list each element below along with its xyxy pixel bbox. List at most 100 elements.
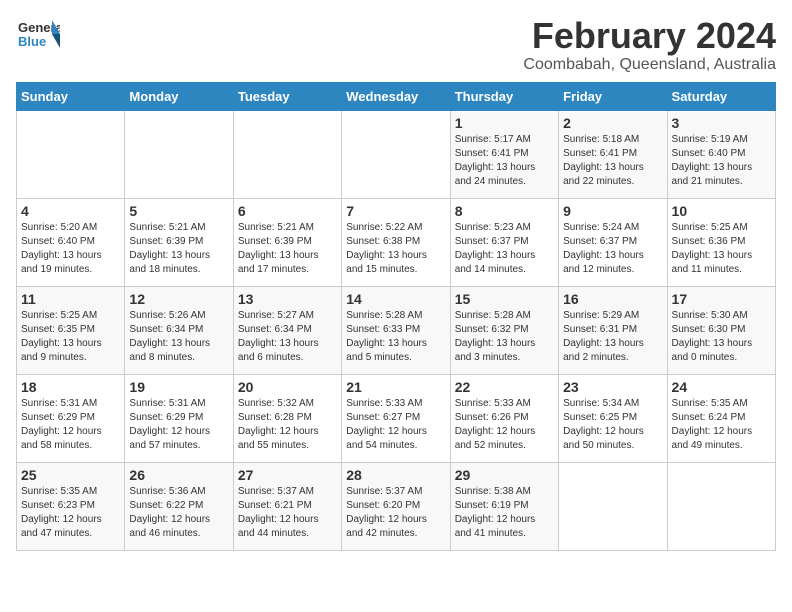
day-info: Sunrise: 5:17 AM Sunset: 6:41 PM Dayligh… [455, 133, 554, 189]
day-number: 13 [238, 291, 337, 307]
calendar-cell: 16 Sunrise: 5:29 AM Sunset: 6:31 PM Dayli… [559, 286, 667, 374]
calendar-cell: 18 Sunrise: 5:31 AM Sunset: 6:29 PM Dayli… [17, 374, 125, 462]
day-number: 10 [672, 203, 771, 219]
day-info: Sunrise: 5:33 AM Sunset: 6:27 PM Dayligh… [346, 397, 445, 453]
day-info: Sunrise: 5:22 AM Sunset: 6:38 PM Dayligh… [346, 221, 445, 277]
day-info: Sunrise: 5:34 AM Sunset: 6:25 PM Dayligh… [563, 397, 662, 453]
calendar-cell: 13 Sunrise: 5:27 AM Sunset: 6:34 PM Dayli… [233, 286, 341, 374]
day-number: 5 [129, 203, 228, 219]
week-row-5: 25 Sunrise: 5:35 AM Sunset: 6:23 PM Dayli… [17, 462, 776, 550]
day-number: 1 [455, 115, 554, 131]
day-info: Sunrise: 5:35 AM Sunset: 6:24 PM Dayligh… [672, 397, 771, 453]
calendar-cell: 20 Sunrise: 5:32 AM Sunset: 6:28 PM Dayli… [233, 374, 341, 462]
calendar-cell [559, 462, 667, 550]
day-info: Sunrise: 5:25 AM Sunset: 6:35 PM Dayligh… [21, 309, 120, 365]
day-number: 2 [563, 115, 662, 131]
day-header-thursday: Thursday [450, 82, 558, 110]
day-number: 8 [455, 203, 554, 219]
calendar-cell: 27 Sunrise: 5:37 AM Sunset: 6:21 PM Dayli… [233, 462, 341, 550]
week-row-4: 18 Sunrise: 5:31 AM Sunset: 6:29 PM Dayli… [17, 374, 776, 462]
calendar-cell: 2 Sunrise: 5:18 AM Sunset: 6:41 PM Daylig… [559, 110, 667, 198]
day-number: 19 [129, 379, 228, 395]
day-number: 17 [672, 291, 771, 307]
calendar-cell: 8Sunrise: 5:23 AM Sunset: 6:37 PM Daylig… [450, 198, 558, 286]
day-info: Sunrise: 5:27 AM Sunset: 6:34 PM Dayligh… [238, 309, 337, 365]
calendar-cell: 28Sunrise: 5:37 AM Sunset: 6:20 PM Dayli… [342, 462, 450, 550]
day-info: Sunrise: 5:30 AM Sunset: 6:30 PM Dayligh… [672, 309, 771, 365]
day-info: Sunrise: 5:37 AM Sunset: 6:20 PM Dayligh… [346, 485, 445, 541]
calendar-cell: 22Sunrise: 5:33 AM Sunset: 6:26 PM Dayli… [450, 374, 558, 462]
day-info: Sunrise: 5:31 AM Sunset: 6:29 PM Dayligh… [21, 397, 120, 453]
month-title: February 2024 [523, 16, 776, 56]
calendar-cell: 4 Sunrise: 5:20 AM Sunset: 6:40 PM Daylig… [17, 198, 125, 286]
calendar-cell [342, 110, 450, 198]
day-info: Sunrise: 5:25 AM Sunset: 6:36 PM Dayligh… [672, 221, 771, 277]
svg-text:Blue: Blue [18, 34, 46, 49]
day-number: 15 [455, 291, 554, 307]
calendar-cell: 21 Sunrise: 5:33 AM Sunset: 6:27 PM Dayli… [342, 374, 450, 462]
day-number: 20 [238, 379, 337, 395]
week-row-3: 11Sunrise: 5:25 AM Sunset: 6:35 PM Dayli… [17, 286, 776, 374]
calendar-header-row: SundayMondayTuesdayWednesdayThursdayFrid… [17, 82, 776, 110]
calendar-cell: 29Sunrise: 5:38 AM Sunset: 6:19 PM Dayli… [450, 462, 558, 550]
header: General Blue February 2024 Coombabah, Qu… [16, 16, 776, 74]
calendar-cell [233, 110, 341, 198]
day-info: Sunrise: 5:21 AM Sunset: 6:39 PM Dayligh… [129, 221, 228, 277]
day-number: 9 [563, 203, 662, 219]
calendar-cell [667, 462, 775, 550]
day-info: Sunrise: 5:36 AM Sunset: 6:22 PM Dayligh… [129, 485, 228, 541]
day-info: Sunrise: 5:21 AM Sunset: 6:39 PM Dayligh… [238, 221, 337, 277]
day-number: 24 [672, 379, 771, 395]
day-info: Sunrise: 5:31 AM Sunset: 6:29 PM Dayligh… [129, 397, 228, 453]
day-info: Sunrise: 5:38 AM Sunset: 6:19 PM Dayligh… [455, 485, 554, 541]
week-row-2: 4 Sunrise: 5:20 AM Sunset: 6:40 PM Daylig… [17, 198, 776, 286]
calendar-cell: 9 Sunrise: 5:24 AM Sunset: 6:37 PM Daylig… [559, 198, 667, 286]
calendar-cell: 3 Sunrise: 5:19 AM Sunset: 6:40 PM Daylig… [667, 110, 775, 198]
day-number: 18 [21, 379, 120, 395]
day-number: 14 [346, 291, 445, 307]
calendar-cell: 17 Sunrise: 5:30 AM Sunset: 6:30 PM Dayli… [667, 286, 775, 374]
day-info: Sunrise: 5:28 AM Sunset: 6:33 PM Dayligh… [346, 309, 445, 365]
day-number: 25 [21, 467, 120, 483]
day-number: 3 [672, 115, 771, 131]
calendar-cell: 23Sunrise: 5:34 AM Sunset: 6:25 PM Dayli… [559, 374, 667, 462]
calendar-cell: 10 Sunrise: 5:25 AM Sunset: 6:36 PM Dayli… [667, 198, 775, 286]
calendar-cell [125, 110, 233, 198]
week-row-1: 1 Sunrise: 5:17 AM Sunset: 6:41 PM Daylig… [17, 110, 776, 198]
logo-icon: General Blue [16, 16, 60, 52]
calendar-cell [17, 110, 125, 198]
calendar-cell: 25 Sunrise: 5:35 AM Sunset: 6:23 PM Dayli… [17, 462, 125, 550]
calendar-cell: 5 Sunrise: 5:21 AM Sunset: 6:39 PM Daylig… [125, 198, 233, 286]
calendar-cell: 1 Sunrise: 5:17 AM Sunset: 6:41 PM Daylig… [450, 110, 558, 198]
calendar-cell: 15 Sunrise: 5:28 AM Sunset: 6:32 PM Dayli… [450, 286, 558, 374]
day-header-sunday: Sunday [17, 82, 125, 110]
day-number: 6 [238, 203, 337, 219]
day-header-friday: Friday [559, 82, 667, 110]
day-info: Sunrise: 5:35 AM Sunset: 6:23 PM Dayligh… [21, 485, 120, 541]
day-number: 7 [346, 203, 445, 219]
calendar-cell: 19 Sunrise: 5:31 AM Sunset: 6:29 PM Dayli… [125, 374, 233, 462]
day-number: 16 [563, 291, 662, 307]
day-header-monday: Monday [125, 82, 233, 110]
calendar-cell: 6 Sunrise: 5:21 AM Sunset: 6:39 PM Daylig… [233, 198, 341, 286]
day-number: 21 [346, 379, 445, 395]
calendar-cell: 24 Sunrise: 5:35 AM Sunset: 6:24 PM Dayli… [667, 374, 775, 462]
location: Coombabah, Queensland, Australia [523, 56, 776, 74]
day-info: Sunrise: 5:32 AM Sunset: 6:28 PM Dayligh… [238, 397, 337, 453]
day-number: 22 [455, 379, 554, 395]
calendar-cell: 11Sunrise: 5:25 AM Sunset: 6:35 PM Dayli… [17, 286, 125, 374]
day-info: Sunrise: 5:24 AM Sunset: 6:37 PM Dayligh… [563, 221, 662, 277]
day-info: Sunrise: 5:37 AM Sunset: 6:21 PM Dayligh… [238, 485, 337, 541]
day-info: Sunrise: 5:29 AM Sunset: 6:31 PM Dayligh… [563, 309, 662, 365]
calendar-cell: 7 Sunrise: 5:22 AM Sunset: 6:38 PM Daylig… [342, 198, 450, 286]
day-info: Sunrise: 5:19 AM Sunset: 6:40 PM Dayligh… [672, 133, 771, 189]
day-number: 27 [238, 467, 337, 483]
day-number: 4 [21, 203, 120, 219]
title-area: February 2024 Coombabah, Queensland, Aus… [523, 16, 776, 74]
logo: General Blue [16, 16, 64, 52]
day-number: 26 [129, 467, 228, 483]
day-info: Sunrise: 5:28 AM Sunset: 6:32 PM Dayligh… [455, 309, 554, 365]
day-header-tuesday: Tuesday [233, 82, 341, 110]
day-info: Sunrise: 5:18 AM Sunset: 6:41 PM Dayligh… [563, 133, 662, 189]
day-info: Sunrise: 5:20 AM Sunset: 6:40 PM Dayligh… [21, 221, 120, 277]
